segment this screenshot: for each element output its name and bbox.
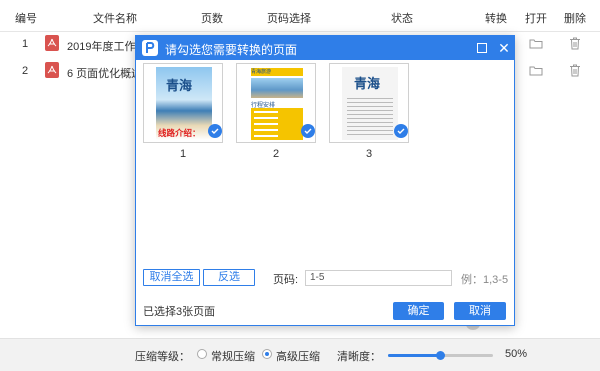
header-number: 编号 [15, 13, 37, 25]
file-name: 6 页面优化概述 [67, 68, 135, 80]
delete-trash-icon[interactable] [569, 37, 581, 50]
checked-icon[interactable] [301, 124, 315, 138]
maximize-icon[interactable] [477, 43, 487, 53]
header-file-name: 文件名称 [93, 13, 137, 25]
confirm-button[interactable]: 确定 [393, 302, 444, 320]
page-text-lines [347, 95, 393, 137]
high-compress-label[interactable]: 高级压缩 [276, 348, 320, 364]
open-folder-icon[interactable] [529, 38, 543, 49]
page-preview: 青海旅游 行程安排 [249, 67, 305, 140]
cancel-button[interactable]: 取消 [454, 302, 506, 320]
compression-bar: 压缩等级： 常规压缩 高级压缩 清晰度： 50% [0, 338, 600, 371]
pdf-file-icon [45, 62, 59, 78]
table-header: 编号 文件名称 页数 页码选择 状态 转换 打开 删除 [0, 0, 600, 32]
page-range-input[interactable]: 1-5 [305, 270, 452, 286]
page-thumbnail-2[interactable]: 青海旅游 行程安排 [236, 63, 316, 143]
page-thumbnail-3[interactable]: 青海 [329, 63, 409, 143]
page-range-example: 例：1,3-5 [461, 274, 509, 286]
checked-icon[interactable] [208, 124, 222, 138]
row-number: 1 [22, 38, 29, 50]
page-photo [251, 78, 303, 98]
checked-icon[interactable] [394, 124, 408, 138]
page-title: 青海 [166, 79, 193, 94]
clarity-slider-handle[interactable] [436, 351, 445, 360]
deselect-all-button[interactable]: 取消全选 [143, 269, 200, 286]
page-preview: 青海 线路介绍： [156, 67, 212, 140]
app-logo-icon [142, 40, 158, 56]
normal-compress-label[interactable]: 常规压缩 [211, 348, 255, 364]
selected-count: 已选择3张页面 [143, 306, 216, 318]
radio-normal-compress[interactable] [197, 349, 207, 359]
clarity-slider[interactable] [388, 351, 493, 360]
invert-selection-button[interactable]: 反选 [203, 269, 255, 286]
header-page-select: 页码选择 [267, 13, 311, 25]
header-delete: 删除 [564, 13, 586, 25]
open-folder-icon[interactable] [529, 65, 543, 76]
header-pages: 页数 [201, 13, 223, 25]
pdf-file-icon [45, 35, 59, 51]
page-label: 页码: [273, 274, 299, 286]
clarity-slider-fill [388, 354, 441, 357]
page-select-dialog: 请勾选您需要转换的页面 ✕ 青海 线路介绍： 1 青海旅游 行程安排 2 青海 … [135, 35, 515, 326]
row-number: 2 [22, 65, 29, 77]
close-icon[interactable]: ✕ [497, 40, 511, 56]
page-title: 青海 [354, 77, 381, 92]
dialog-title-bar[interactable]: 请勾选您需要转换的页面 ✕ [136, 36, 514, 60]
page-title: 青海旅游 [251, 68, 303, 76]
thumbnail-number: 2 [272, 148, 280, 160]
header-open: 打开 [525, 13, 547, 25]
dialog-title: 请勾选您需要转换的页面 [165, 43, 298, 57]
clarity-value: 50% [505, 348, 528, 360]
header-convert: 转换 [485, 13, 507, 25]
clarity-label: 清晰度： [337, 351, 381, 363]
header-status: 状态 [391, 13, 413, 25]
radio-high-compress[interactable] [262, 349, 272, 359]
file-name: 2019年度工作总 [67, 41, 135, 53]
delete-trash-icon[interactable] [569, 64, 581, 77]
itinerary-block [251, 108, 303, 140]
page-thumbnail-1[interactable]: 青海 线路介绍： [143, 63, 223, 143]
thumbnail-number: 1 [179, 148, 187, 160]
thumbnail-number: 3 [365, 148, 373, 160]
page-preview: 青海 [342, 67, 398, 140]
page-caption: 线路介绍： [158, 128, 201, 138]
compress-level-label: 压缩等级： [135, 351, 190, 363]
